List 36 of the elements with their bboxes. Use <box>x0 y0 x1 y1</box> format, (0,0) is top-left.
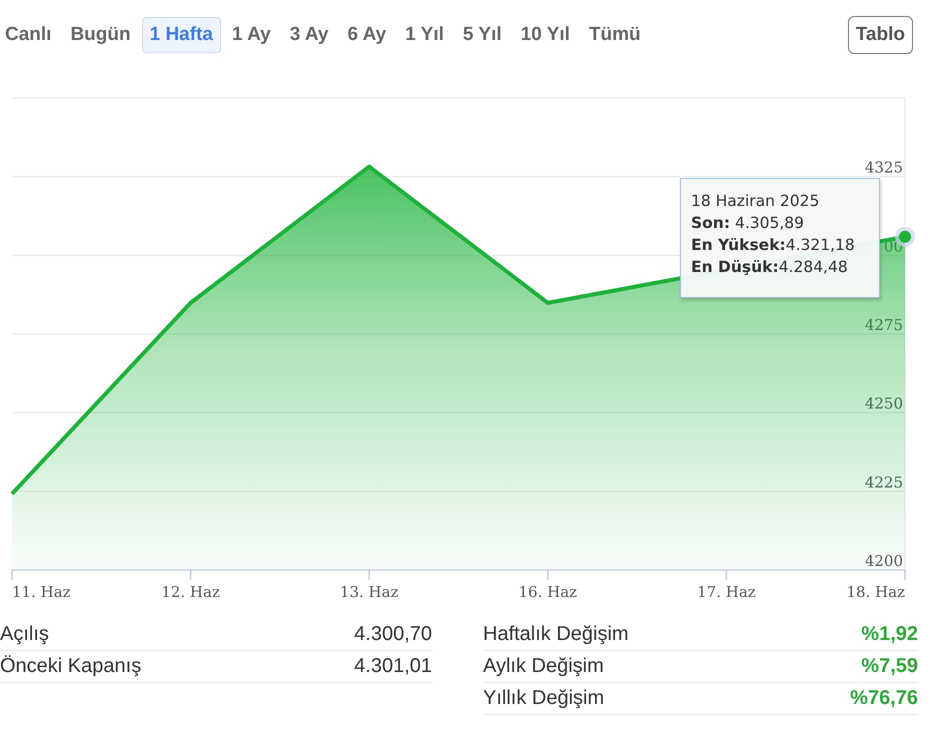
period-tab[interactable]: 10 Yıl <box>512 17 578 53</box>
period-tab[interactable]: 3 Ay <box>282 17 336 53</box>
table-button[interactable]: Tablo <box>848 16 913 54</box>
y-axis-label: 4250 <box>864 394 903 413</box>
stat-value: %1,92 <box>861 623 918 646</box>
period-tab[interactable]: 5 Yıl <box>454 17 510 53</box>
tooltip-text: En Yüksek:4.321,18 <box>691 235 856 256</box>
x-axis-label: 16. Haz <box>518 583 578 601</box>
stat-label: Yıllık Değişim <box>483 687 604 710</box>
x-axis-label: 17. Haz <box>697 583 756 601</box>
y-axis-label: 4325 <box>864 158 903 177</box>
stat-value: %76,76 <box>850 687 918 710</box>
y-axis-label: 4200 <box>864 552 903 570</box>
x-axis-label: 12. Haz <box>161 583 220 601</box>
y-axis-label: 4225 <box>864 473 903 492</box>
x-axis-label: 11. Haz <box>12 583 71 601</box>
y-axis-label: 4275 <box>864 316 903 334</box>
stat-value: 4.300,70 <box>354 623 432 646</box>
tooltip-text: Son: 4.305,89 <box>691 213 805 234</box>
stat-label: Aylık Değişim <box>483 655 604 678</box>
stat-value: %7,59 <box>861 655 918 678</box>
x-axis-label: 18. Haz <box>846 583 905 601</box>
period-tab[interactable]: Canlı <box>0 17 60 53</box>
period-tab[interactable]: 1 Hafta <box>142 17 221 53</box>
stat-label: Açılış <box>0 623 49 646</box>
period-tab[interactable]: 1 Ay <box>224 17 279 53</box>
tooltip-date: 18 Haziran 2025 <box>691 191 820 212</box>
stat-label: Haftalık Değişim <box>483 623 629 646</box>
period-tab[interactable]: Tümü <box>580 17 649 53</box>
period-tab[interactable]: 1 Yıl <box>397 17 452 53</box>
period-tab[interactable]: Bugün <box>62 17 139 53</box>
tooltip-text: En Düşük:4.284,48 <box>691 257 849 278</box>
period-tab[interactable]: 6 Ay <box>339 17 394 53</box>
stat-label: Önceki Kapanış <box>0 655 142 678</box>
x-axis-label: 13. Haz <box>340 583 398 601</box>
stat-value: 4.301,01 <box>354 655 432 678</box>
